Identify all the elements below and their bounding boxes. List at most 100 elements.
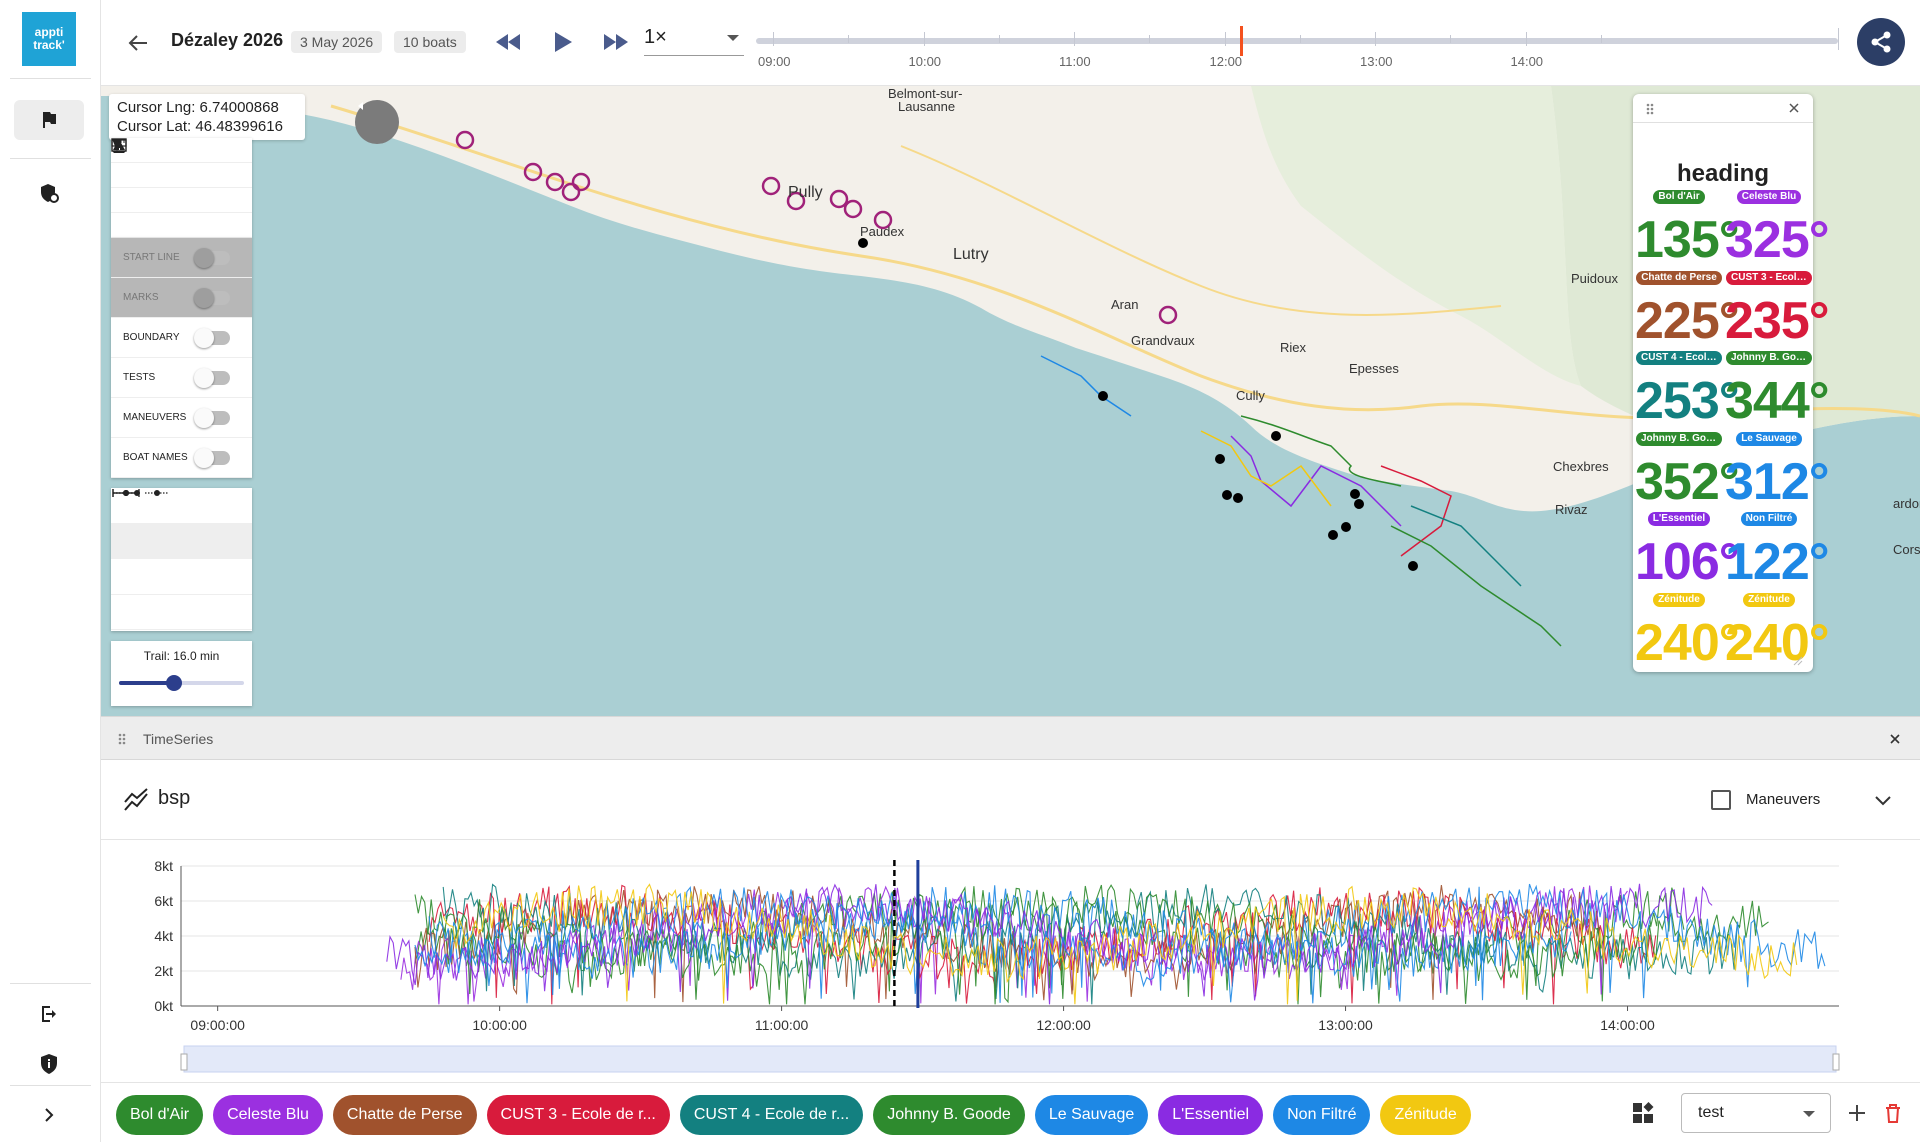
layout-select[interactable]: test — [1681, 1093, 1831, 1133]
boat-chip[interactable]: L'Essentiel — [1158, 1095, 1264, 1135]
drag-handle-icon[interactable] — [117, 732, 127, 746]
layer-toggle[interactable] — [194, 408, 230, 428]
place-label: Cully — [1236, 388, 1265, 403]
share-icon — [1871, 31, 1891, 53]
boat-chip[interactable]: Le Sauvage — [1034, 1095, 1149, 1135]
fast-forward-button[interactable] — [599, 25, 633, 59]
layout-grid-icon[interactable] — [1631, 1101, 1655, 1125]
brush-handle-left[interactable] — [180, 1053, 188, 1071]
wind-tool[interactable] — [111, 139, 252, 238]
timeline-slider[interactable]: 09:00 10:00 11:00 12:00 13:00 14:00 — [756, 26, 1846, 80]
admin-nav-button[interactable] — [14, 173, 84, 213]
timeseries-toolbar: bsp Maneuvers — [101, 760, 1920, 840]
timeline-tick — [1525, 32, 1527, 46]
rewind-icon — [496, 34, 520, 50]
boat-tool[interactable] — [111, 139, 252, 213]
layer-label: TESTS — [123, 372, 156, 383]
drag-handle-icon[interactable] — [1645, 102, 1655, 116]
boat-chip[interactable]: CUST 4 - Ecole de r... — [679, 1095, 864, 1135]
privacy-button[interactable] — [14, 1044, 84, 1084]
rewind-button[interactable] — [491, 25, 525, 59]
range-brush[interactable] — [183, 1045, 1837, 1073]
brush-handle-right[interactable] — [1832, 1053, 1840, 1071]
boat-chip[interactable]: CUST 3 - Ecole de r... — [486, 1095, 670, 1135]
resize-handle-icon[interactable] — [1793, 656, 1803, 666]
races-nav-button[interactable] — [14, 100, 84, 140]
sidebar-divider — [10, 158, 91, 159]
place-label: Lutry — [953, 246, 989, 263]
place-label: Paudex — [860, 224, 905, 239]
boat-chip[interactable]: Zénitude — [1380, 1095, 1471, 1135]
timeline-cursor[interactable] — [1239, 26, 1243, 56]
trail-mode-center[interactable] — [111, 490, 252, 595]
share-button[interactable] — [1857, 18, 1905, 66]
timeline-minor-tick — [998, 35, 1000, 43]
heading-boat-badge: Bol d'Air — [1653, 190, 1705, 204]
toggle-knob — [194, 248, 214, 268]
chevron-down-icon[interactable] — [1871, 788, 1895, 812]
trash-icon[interactable] — [1881, 1101, 1905, 1125]
boat-chip[interactable]: Johnny B. Goode — [873, 1095, 1025, 1135]
apptitrack-logo[interactable]: appti track' — [22, 12, 76, 66]
layer-row[interactable]: TESTS — [111, 358, 252, 398]
back-button[interactable] — [123, 28, 153, 58]
timeline-end-tick — [1838, 28, 1839, 50]
place-label: Grandvaux — [1131, 333, 1195, 348]
play-button[interactable] — [546, 25, 580, 59]
layer-toggle[interactable] — [194, 368, 230, 388]
heading-boat-badge: CUST 3 - Ecole de ... — [1726, 270, 1812, 285]
layer-toggle[interactable] — [194, 248, 230, 268]
close-icon[interactable] — [1788, 102, 1800, 114]
trail-length-slider[interactable] — [119, 675, 244, 691]
maneuvers-checkbox[interactable] — [1711, 790, 1731, 810]
place-label: Chexbres — [1553, 459, 1609, 474]
playback-speed-select[interactable]: 1× — [644, 24, 744, 56]
sidebar-divider — [10, 1085, 91, 1086]
layer-row[interactable]: BOUNDARY — [111, 318, 252, 358]
area-tool[interactable] — [111, 138, 252, 188]
heading-boat-badge: Chatte de Perse — [1636, 270, 1722, 285]
trail-slider-thumb[interactable] — [166, 675, 182, 691]
timeline-track[interactable] — [756, 38, 1838, 44]
race-title: Dézaley 2026 — [171, 30, 284, 50]
chart-svg: 0kt 2kt 4kt 6kt 8kt 09:00:00 10:00:00 11:00:00 1… — [154, 858, 1840, 1073]
boat-chip[interactable]: Bol d'Air — [116, 1095, 204, 1135]
layer-label: START LINE — [123, 252, 180, 263]
trail-mode-compare[interactable] — [111, 489, 252, 630]
logout-button[interactable] — [14, 994, 84, 1034]
ruler-tool[interactable] — [111, 138, 252, 163]
flag-icon — [43, 112, 56, 128]
layer-row[interactable]: BOAT NAMES — [111, 438, 252, 478]
layer-label: BOAT NAMES — [123, 452, 188, 463]
sidebar: appti track' — [0, 0, 101, 1142]
trail-compare-icon — [112, 489, 169, 497]
y-tick-label: 6kt — [154, 893, 173, 909]
toggle-knob — [194, 328, 214, 348]
boat-chip[interactable]: Non Filtré — [1273, 1095, 1371, 1135]
layer-row[interactable]: MARKS — [111, 278, 252, 318]
collapse-controls-button[interactable] — [355, 100, 399, 144]
close-icon[interactable] — [1889, 733, 1901, 745]
expand-sidebar-button[interactable] — [14, 1095, 84, 1135]
layer-toggle[interactable] — [194, 288, 230, 308]
plus-icon[interactable] — [1845, 1101, 1869, 1125]
boat-chip[interactable]: Chatte de Perse — [332, 1095, 477, 1135]
heading-boat-badge: Le Sauvage — [1736, 431, 1802, 446]
cursor-lat: Cursor Lat: 46.48399616 — [117, 118, 283, 135]
timeline-tick — [923, 32, 925, 46]
metric-name[interactable]: bsp — [158, 787, 190, 810]
layer-toggle[interactable] — [194, 328, 230, 348]
boat-chip[interactable]: Celeste Blu — [213, 1095, 323, 1135]
toggle-knob — [194, 408, 214, 428]
y-tick-label: 2kt — [154, 963, 173, 979]
place-label: Puidoux — [1571, 271, 1618, 286]
layer-row[interactable]: MANEUVERS — [111, 398, 252, 438]
layer-toggle[interactable] — [194, 448, 230, 468]
trail-mode-tail[interactable] — [111, 490, 252, 559]
heading-boat-badge: Zénitude — [1743, 592, 1795, 607]
bsp-chart[interactable]: 0kt 2kt 4kt 6kt 8kt 09:00:00 10:00:00 11:00:00 1… — [101, 840, 1920, 1080]
heading-boat-badge: CUST 4 - Ecole de ... — [1636, 351, 1722, 365]
map[interactable]: Belmont-sur- Lausanne Pully Paudex Lutry… — [101, 86, 1920, 716]
timeline-tick — [1224, 32, 1226, 46]
layer-row[interactable]: START LINE — [111, 238, 252, 278]
